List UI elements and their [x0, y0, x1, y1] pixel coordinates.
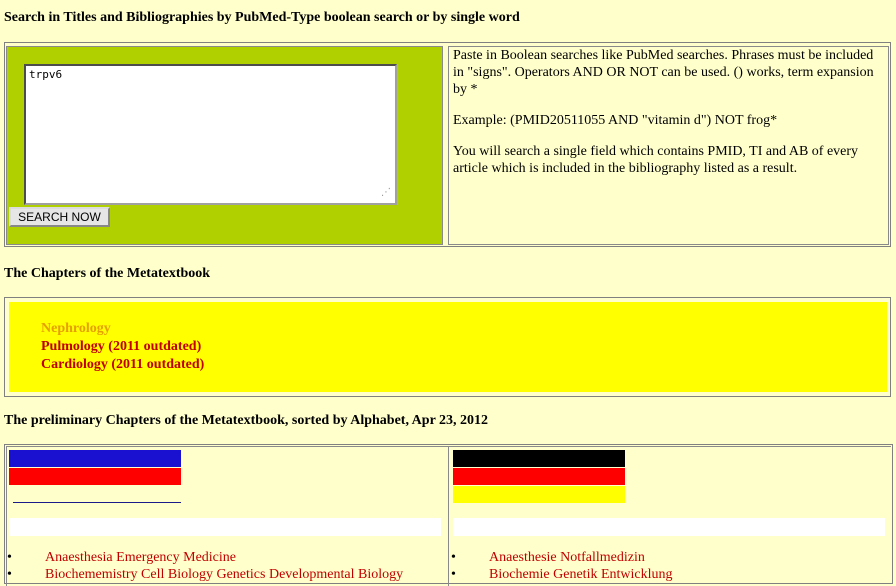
- english-flag-link-underline[interactable]: [13, 502, 181, 503]
- search-heading: Search in Titles and Bibliographies by P…: [4, 10, 520, 25]
- german-flag-stripe-black: [453, 450, 625, 467]
- english-column-bar: [9, 518, 441, 536]
- english-flag-stripe-blue: [9, 450, 181, 467]
- preliminary-heading: The preliminary Chapters of the Metatext…: [4, 413, 489, 428]
- chapters-heading: The Chapters of the Metatextbook: [4, 266, 211, 281]
- search-help-text-2: You will search a single field which con…: [453, 144, 859, 176]
- search-help-text-1: Paste in Boolean searches like PubMed se…: [453, 48, 874, 97]
- german-chapter-link[interactable]: Biochemie Genetik Entwicklung: [489, 566, 673, 583]
- english-chapter-link[interactable]: Biochememistry Cell Biology Genetics Dev…: [45, 566, 403, 583]
- search-help-example: Example: (PMID20511055 AND "vitamin d") …: [453, 113, 778, 128]
- search-now-button[interactable]: SEARCH NOW: [9, 207, 110, 227]
- list-bullet: •: [7, 550, 12, 565]
- english-chapter-link[interactable]: Anaesthesia Emergency Medicine: [45, 549, 236, 566]
- chapter-link-pulmology[interactable]: Pulmology (2011 outdated): [41, 339, 201, 355]
- list-bullet: •: [7, 567, 12, 582]
- chapter-link-nephrology[interactable]: Nephrology: [41, 321, 111, 337]
- german-flag-stripe-gold: [453, 486, 625, 503]
- list-bullet: •: [451, 550, 456, 565]
- german-chapter-link[interactable]: Anaesthesie Notfallmedizin: [489, 549, 645, 566]
- resize-grip-icon[interactable]: ⋰: [381, 187, 393, 199]
- preliminary-column-divider: [448, 446, 449, 586]
- german-flag-stripe-red: [453, 468, 625, 485]
- list-bullet: •: [451, 567, 456, 582]
- search-input[interactable]: trpv6: [24, 64, 397, 205]
- german-column-bar: [453, 518, 885, 536]
- english-flag-stripe-red: [9, 468, 181, 485]
- chapter-link-cardiology[interactable]: Cardiology (2011 outdated): [41, 357, 204, 373]
